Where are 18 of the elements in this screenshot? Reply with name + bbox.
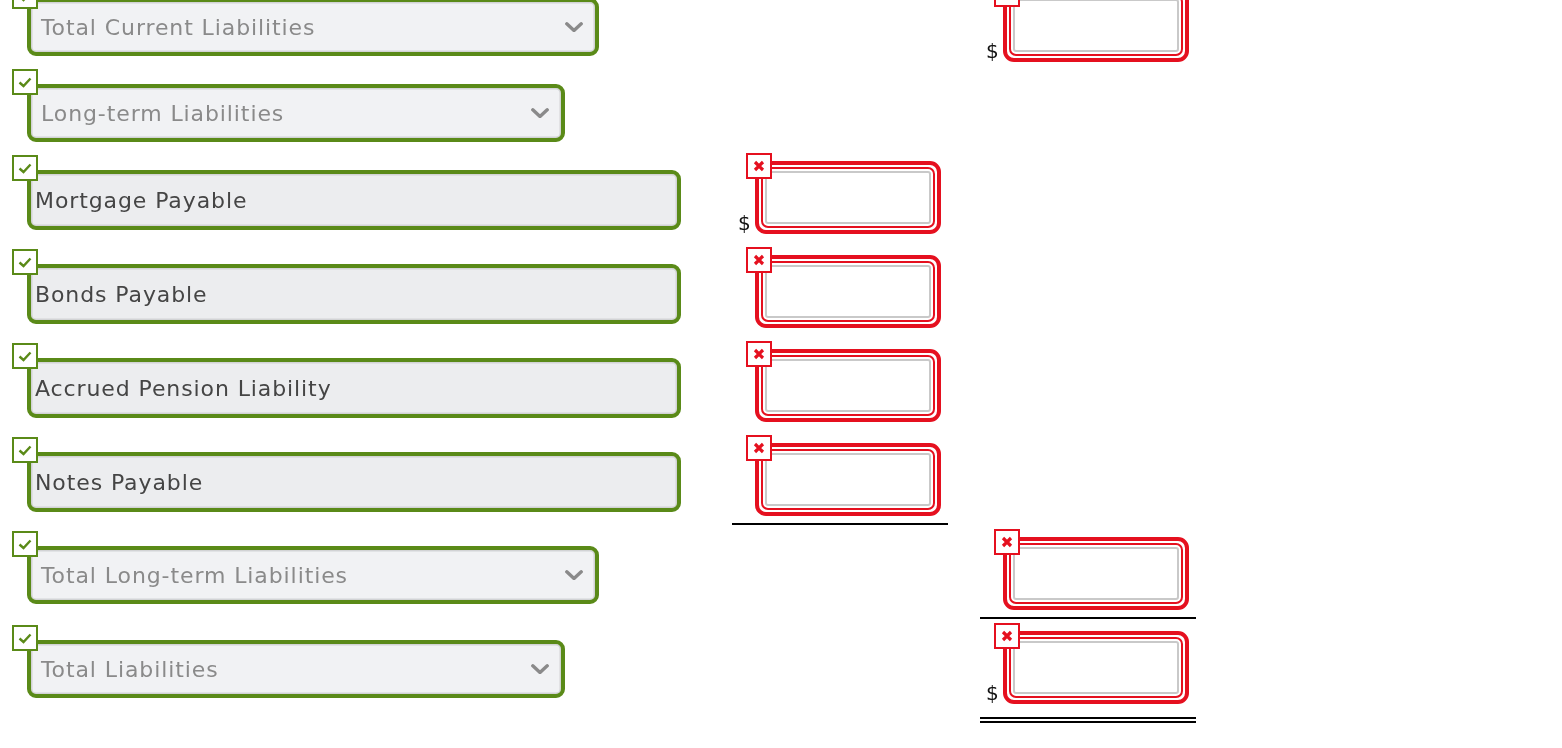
account-field[interactable]: Notes Payable xyxy=(27,452,681,512)
account-field[interactable]: Mortgage Payable xyxy=(27,170,681,230)
amount-input[interactable] xyxy=(755,349,941,422)
chevron-down-icon xyxy=(565,22,583,32)
dollar-sign: $ xyxy=(985,683,1000,704)
chevron-down-icon xyxy=(565,570,583,580)
amount-input[interactable] xyxy=(755,161,941,234)
account-field[interactable]: Accrued Pension Liability xyxy=(27,358,681,418)
amount-input[interactable] xyxy=(755,443,941,516)
amount-input[interactable] xyxy=(1003,631,1189,704)
account-field[interactable]: Bonds Payable xyxy=(27,264,681,324)
amount-input[interactable] xyxy=(755,255,941,328)
chevron-down-icon xyxy=(531,108,549,118)
amount-input[interactable] xyxy=(1003,0,1189,62)
dollar-sign: $ xyxy=(737,213,752,234)
chevron-down-icon xyxy=(531,664,549,674)
amount-input[interactable] xyxy=(1003,537,1189,610)
dollar-sign: $ xyxy=(985,41,1000,62)
